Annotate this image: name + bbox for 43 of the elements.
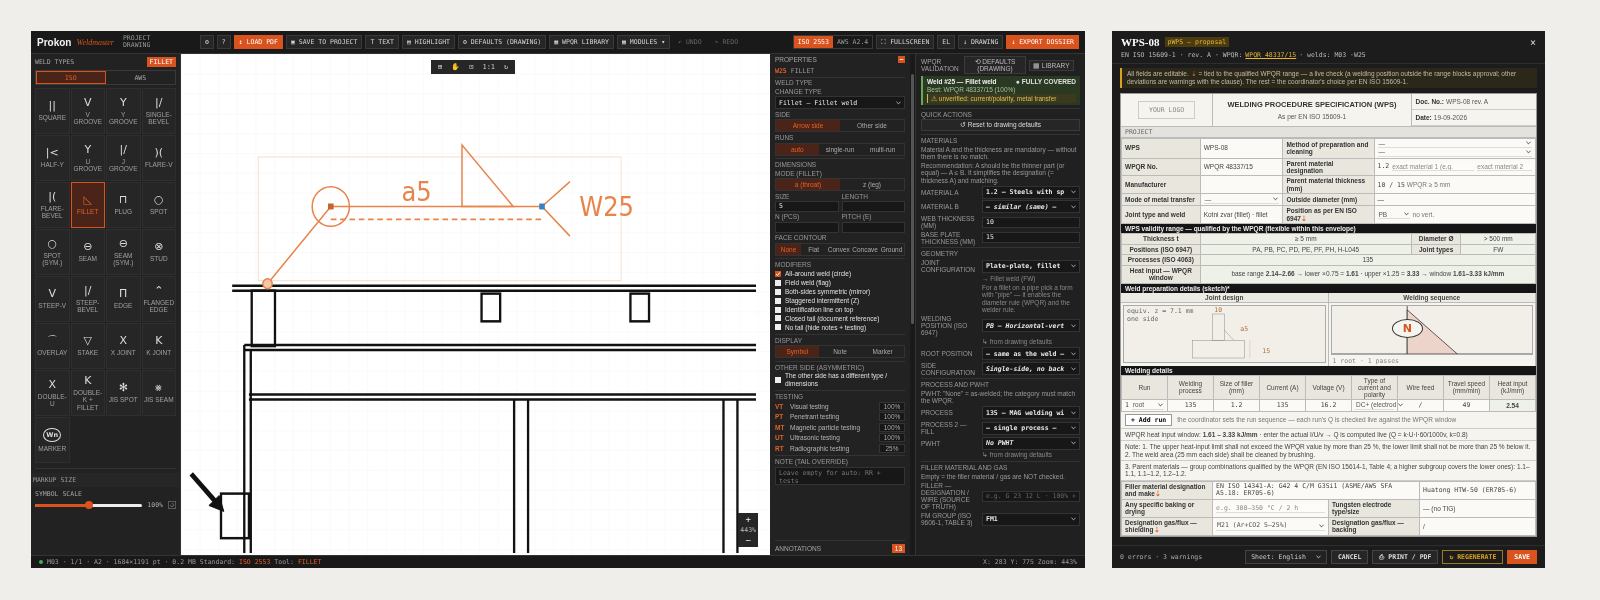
input-field[interactable] xyxy=(841,221,905,233)
reset-icon[interactable] xyxy=(168,501,176,509)
chevron-icon xyxy=(1071,366,1076,371)
chevron-icon xyxy=(896,100,901,105)
chevron-icon xyxy=(1071,517,1076,521)
weld-symbol-drawing[interactable] xyxy=(262,142,571,290)
checkbox[interactable] xyxy=(775,279,781,286)
chevron-icon xyxy=(1398,402,1404,407)
scrollbar[interactable] xyxy=(910,54,915,555)
checkbox[interactable] xyxy=(775,324,781,331)
chevron-icon xyxy=(1071,190,1076,195)
checkbox[interactable] xyxy=(775,288,781,295)
checkbox[interactable] xyxy=(775,270,781,277)
chevron-icon xyxy=(1403,212,1409,217)
joint-drawing xyxy=(1192,313,1250,358)
weld-id-label: W25 xyxy=(579,192,634,223)
zoom-out-button[interactable]: − xyxy=(743,536,753,545)
chevron-icon xyxy=(1071,264,1076,269)
chevron-icon xyxy=(1071,426,1076,431)
chevron-icon xyxy=(1315,555,1321,559)
checkbox[interactable] xyxy=(775,376,781,383)
zoom-in-button[interactable]: + xyxy=(743,515,753,524)
chevron-icon xyxy=(1071,410,1076,415)
checkbox[interactable] xyxy=(775,306,781,313)
checkbox[interactable] xyxy=(775,297,781,304)
chevron-icon xyxy=(1319,523,1324,528)
product-name: Weldmaster xyxy=(76,37,114,47)
input-field[interactable] xyxy=(841,201,905,212)
input-field[interactable] xyxy=(775,221,839,233)
chevron-icon xyxy=(1071,323,1076,328)
chevron-icon xyxy=(1157,402,1163,407)
dialog-title: WPS-08 xyxy=(1121,36,1160,48)
collapse-icon[interactable] xyxy=(898,56,905,63)
slider-thumb[interactable] xyxy=(84,500,93,509)
chevron-icon xyxy=(1273,197,1279,202)
chevron-icon xyxy=(1071,204,1076,209)
throat-dimension: a5 xyxy=(401,176,432,207)
brand-logo: Prokon xyxy=(37,36,72,48)
scale-slider[interactable] xyxy=(35,503,143,507)
chevron-icon xyxy=(1071,351,1076,356)
close-button[interactable]: × xyxy=(1529,36,1536,48)
chevron-icon xyxy=(1071,441,1076,446)
checkbox[interactable] xyxy=(775,315,781,322)
